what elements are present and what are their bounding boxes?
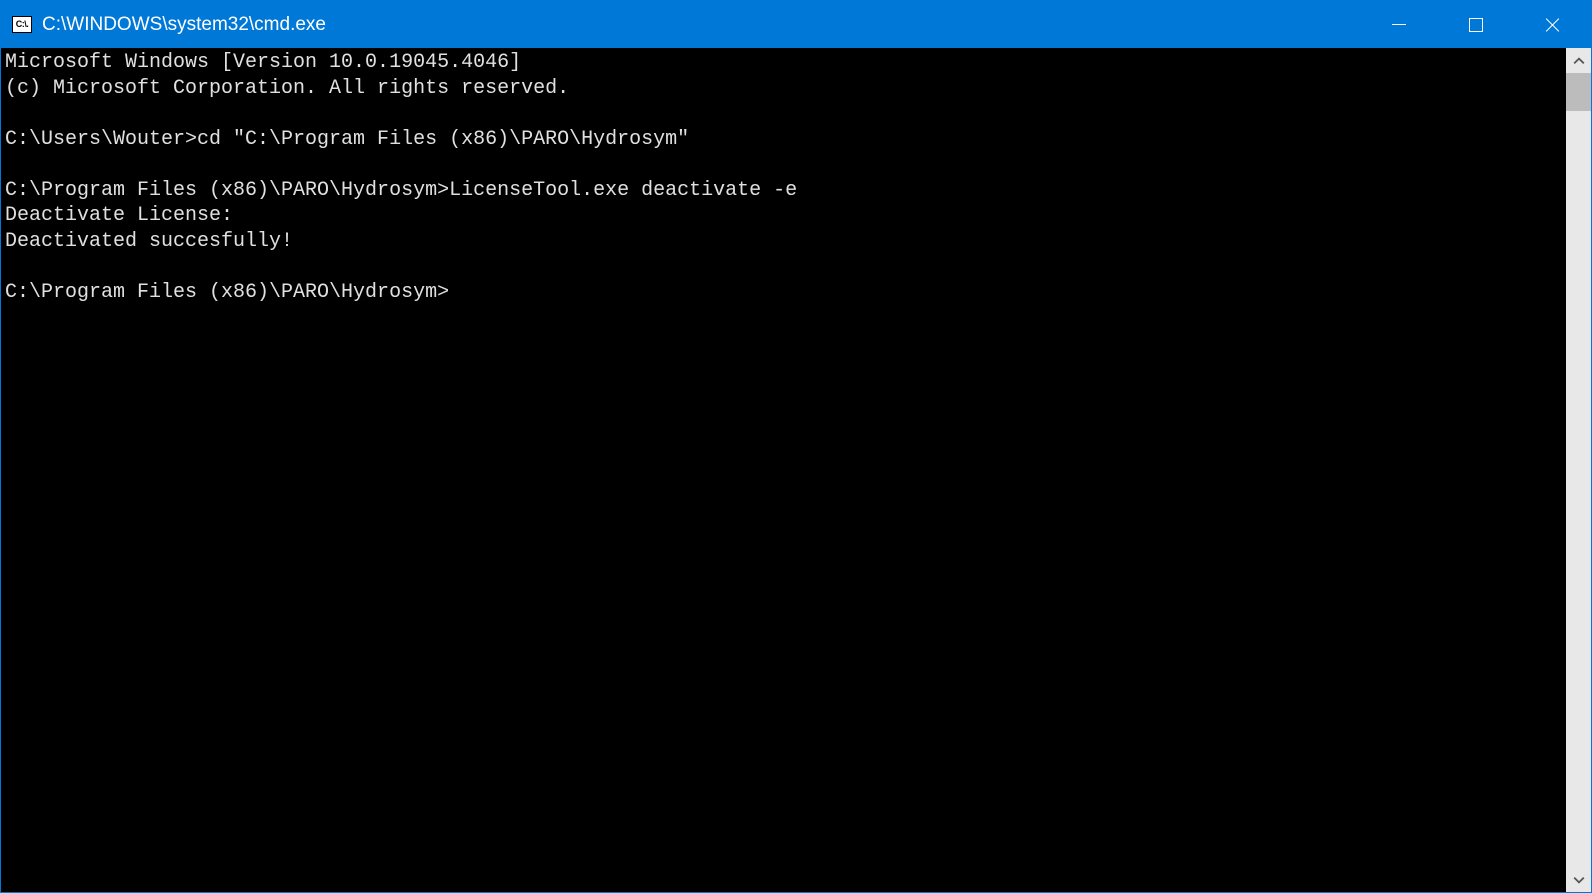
window-title: C:\WINDOWS\system32\cmd.exe	[42, 14, 1360, 36]
maximize-icon	[1469, 18, 1483, 32]
vertical-scrollbar[interactable]	[1566, 48, 1591, 892]
scroll-down-button[interactable]	[1566, 867, 1591, 892]
terminal-line: Microsoft Windows [Version 10.0.19045.40…	[5, 51, 521, 74]
terminal-line: C:\Users\Wouter>cd "C:\Program Files (x8…	[5, 128, 689, 151]
scroll-track[interactable]	[1566, 73, 1591, 867]
chevron-down-icon	[1573, 874, 1585, 886]
chevron-up-icon	[1573, 55, 1585, 67]
cmd-icon-text: C:\.	[16, 20, 29, 29]
close-button[interactable]	[1514, 1, 1591, 48]
terminal-line: Deactivate License:	[5, 204, 233, 227]
terminal-line: Deactivated succesfully!	[5, 230, 293, 253]
titlebar[interactable]: C:\. C:\WINDOWS\system32\cmd.exe	[1, 1, 1591, 48]
minimize-icon	[1392, 24, 1406, 25]
close-icon	[1545, 17, 1561, 33]
cmd-icon: C:\.	[12, 16, 32, 33]
terminal-line: (c) Microsoft Corporation. All rights re…	[5, 77, 569, 100]
terminal-line: C:\Program Files (x86)\PARO\Hydrosym>	[5, 281, 449, 304]
minimize-button[interactable]	[1360, 1, 1437, 48]
content-area: Microsoft Windows [Version 10.0.19045.40…	[1, 48, 1591, 892]
cmd-window: C:\. C:\WINDOWS\system32\cmd.exe Microso…	[0, 0, 1592, 893]
terminal-output[interactable]: Microsoft Windows [Version 10.0.19045.40…	[1, 48, 1566, 892]
maximize-button[interactable]	[1437, 1, 1514, 48]
terminal-line: C:\Program Files (x86)\PARO\Hydrosym>Lic…	[5, 179, 797, 202]
window-controls	[1360, 1, 1591, 48]
scroll-up-button[interactable]	[1566, 48, 1591, 73]
scroll-thumb[interactable]	[1566, 73, 1591, 111]
